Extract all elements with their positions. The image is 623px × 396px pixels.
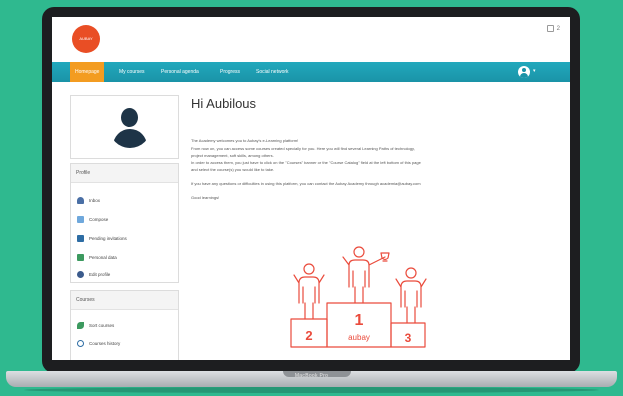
- sidebar-item-edit-profile[interactable]: Edit profile: [77, 270, 110, 280]
- nav-item-personal-agenda[interactable]: Personal agenda: [156, 62, 204, 82]
- welcome-line-4: In order to access them, you just have t…: [191, 160, 421, 165]
- third-place-figure-head: [405, 267, 417, 279]
- contact-line: If you have any questions or difficultie…: [191, 181, 421, 186]
- podium-number-third: 3: [405, 331, 412, 345]
- laptop-screen: AUBAY ACADEMY 2 Homepage My courses Pers…: [52, 17, 570, 360]
- sidebar-item-personal-data[interactable]: Personal data: [77, 253, 117, 263]
- device-label: MacBook Pro: [294, 373, 329, 379]
- courses-menu: Courses Sort courses Courses history: [70, 290, 179, 360]
- welcome-line-5: and select the course(s) you would like …: [191, 167, 275, 172]
- podium-number-first: 1: [355, 312, 364, 329]
- sidebar-item-inbox[interactable]: Inbox: [77, 196, 100, 206]
- user-avatar-icon[interactable]: [518, 66, 530, 78]
- first-place-figure-body: [342, 256, 386, 304]
- inbox-icon: [77, 197, 84, 205]
- welcome-line-2: From now on, you can access some courses…: [191, 146, 415, 151]
- profile-menu: Profile Inbox Compose Pending invitation…: [70, 163, 179, 283]
- edit-profile-icon: [77, 271, 84, 279]
- profile-card: [70, 95, 179, 159]
- invitation-icon: [77, 235, 84, 243]
- compose-icon: [77, 216, 84, 224]
- logo-text: AUBAY ACADEMY: [79, 36, 93, 41]
- nav-item-my-courses[interactable]: My courses: [114, 62, 150, 82]
- podium-number-second: 2: [305, 328, 312, 343]
- main-nav: Homepage My courses Personal agenda Prog…: [52, 62, 570, 82]
- courses-menu-title: Courses: [71, 291, 178, 310]
- sort-icon: [77, 322, 84, 330]
- third-place-figure-body: [395, 278, 427, 324]
- personal-data-icon: [77, 254, 84, 262]
- closing-line: Good learnings!: [191, 195, 220, 200]
- notification-indicator[interactable]: 2: [546, 25, 560, 33]
- academy-logo[interactable]: AUBAY ACADEMY: [72, 25, 100, 53]
- second-place-figure-head: [303, 263, 315, 275]
- profile-menu-title: Profile: [71, 164, 178, 183]
- app-header: AUBAY ACADEMY 2: [52, 17, 570, 60]
- laptop-shadow: [24, 387, 599, 393]
- second-place-figure-body: [293, 274, 325, 320]
- nav-item-social-network[interactable]: Social network: [251, 62, 294, 82]
- nav-item-homepage[interactable]: Homepage: [70, 62, 105, 82]
- profile-avatar-icon[interactable]: [109, 106, 151, 148]
- podium-brand-text: aubay: [348, 333, 370, 342]
- notification-count: 2: [556, 26, 560, 33]
- sidebar-item-sort-courses[interactable]: Sort courses: [77, 321, 114, 331]
- nav-item-progress[interactable]: Progress: [215, 62, 245, 82]
- welcome-line-3: project management, soft skills, among o…: [191, 153, 274, 158]
- sidebar-item-compose[interactable]: Compose: [77, 215, 108, 225]
- history-icon: [77, 340, 84, 348]
- first-place-figure-head: [353, 246, 365, 258]
- podium-illustration: 2 1 3 aubay: [290, 246, 427, 348]
- sidebar-item-pending-invitations[interactable]: Pending invitations: [77, 234, 127, 244]
- lock-icon: [546, 25, 554, 32]
- page-title: Hi Aubilous: [191, 96, 257, 111]
- sidebar-item-courses-history[interactable]: Courses history: [77, 339, 120, 349]
- chevron-down-icon[interactable]: ▾: [533, 68, 536, 74]
- welcome-line-1: The Academy welcomes you to Aubay's e-Le…: [191, 138, 299, 143]
